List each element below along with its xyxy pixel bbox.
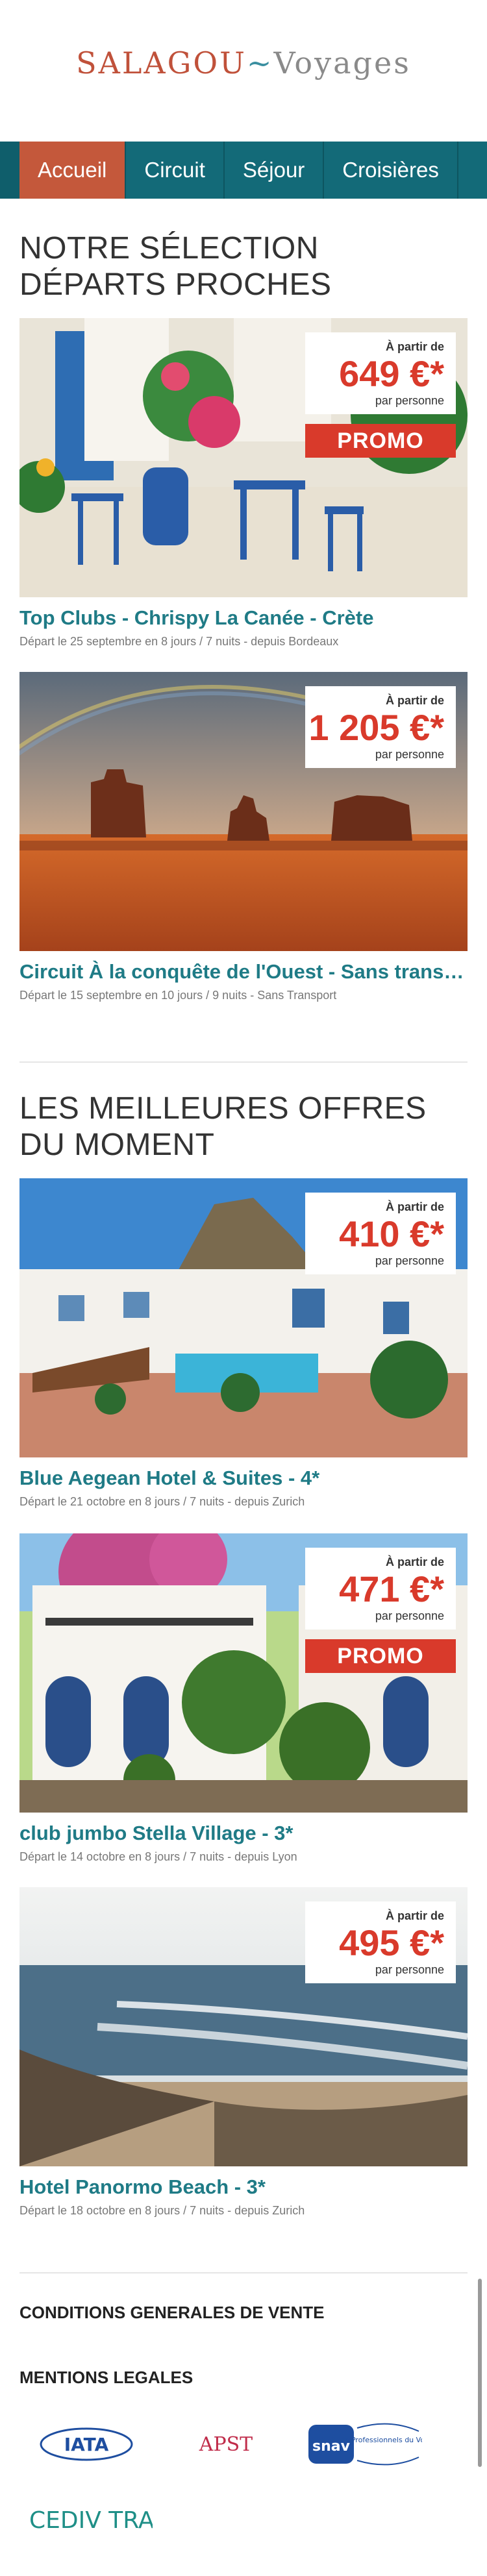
iata-logo: IATA [38,2426,135,2462]
section-divider [19,1061,468,1063]
offer-photo-blue-aegean[interactable]: À partir de 410 €* par personne [19,1178,468,1457]
offer-card[interactable]: À partir de 1 205 €* par personne Circui… [19,672,468,1002]
price-value: 495 €* [339,1922,444,1963]
offer-title[interactable]: Circuit À la conquête de l'Ouest - Sans … [19,960,468,984]
offer-photo-west[interactable]: À partir de 1 205 €* par personne [19,672,468,951]
nav-item-croisieres[interactable]: Croisières [324,142,458,199]
price-from-label: À partir de [385,340,444,353]
logo-text-right: Voyages [273,45,411,80]
price-per-label: par personne [375,1254,444,1267]
offer-card[interactable]: À partir de 495 €* par personne Hotel Pa… [19,1887,468,2218]
price-value: 471 €* [339,1568,444,1609]
price-value: 649 €* [339,353,444,394]
offer-meta: Départ le 15 septembre en 10 jours / 9 n… [19,989,337,1002]
nav-item-circuit[interactable]: Circuit [126,142,225,199]
promo-badge: PROMO [305,424,456,458]
offer-photo-stella-village[interactable]: À partir de 471 €* par personne PROMO [19,1533,468,1813]
price-box: À partir de 1 205 €* par personne [305,686,456,768]
iata-text: IATA [64,2434,109,2455]
snav-logo: snav Les Professionnels du Voyage [305,2415,442,2475]
logo-swoosh-icon: ~ [246,45,274,80]
price-from-label: À partir de [385,1200,444,1213]
price-value: 410 €* [339,1213,444,1254]
section-title-selection: NOTRE SÉLECTION DÉPARTS PROCHES [19,231,332,302]
apst-logo: APST [174,2433,278,2456]
nav-edge [0,142,19,199]
offer-meta: Départ le 14 octobre en 8 jours / 7 nuit… [19,1850,297,1863]
offer-card[interactable]: À partir de 649 €* par personne PROMO To… [19,318,468,649]
price-per-label: par personne [375,394,444,407]
cediv-travel-logo: CEDIV TRAVEL [29,2499,197,2540]
logo-text-left: SALAGOU [76,45,247,80]
legal-mentions-link[interactable]: MENTIONS LEGALES [19,2368,193,2388]
price-per-label: par personne [375,1963,444,1976]
offer-photo-panormo-beach[interactable]: À partir de 495 €* par personne [19,1887,468,2166]
section-title-best-offers: LES MEILLEURES OFFRES DU MOMENT [19,1091,427,1162]
offer-meta: Départ le 25 septembre en 8 jours / 7 nu… [19,635,339,648]
price-box: À partir de 471 €* par personne [305,1548,456,1629]
apst-text: APST [199,2433,253,2456]
price-per-label: par personne [375,1609,444,1622]
price-from-label: À partir de [385,1909,444,1922]
price-box: À partir de 495 €* par personne [305,1901,456,1983]
nav-item-sejour[interactable]: Séjour [225,142,325,199]
offer-title[interactable]: Hotel Panormo Beach - 3* [19,2175,468,2199]
offer-meta: Départ le 18 octobre en 8 jours / 7 nuit… [19,2204,305,2217]
price-box: À partir de 410 €* par personne [305,1193,456,1274]
offer-title[interactable]: Top Clubs - Chrispy La Canée - Crète [19,606,468,630]
site-logo[interactable]: SALAGOU~Voyages [0,45,487,80]
site-header: SALAGOU~Voyages [0,0,487,140]
price-value: 1 205 €* [308,707,444,748]
offer-card[interactable]: À partir de 410 €* par personne Blue Aeg… [19,1178,468,1509]
scrollbar-thumb[interactable] [478,2279,482,2467]
offer-photo-crete[interactable]: À partir de 649 €* par personne PROMO [19,318,468,597]
price-from-label: À partir de [385,1555,444,1568]
price-box: À partir de 649 €* par personne [305,332,456,414]
price-per-label: par personne [375,748,444,761]
offer-meta: Départ le 21 octobre en 8 jours / 7 nuit… [19,1495,305,1508]
snav-tagline: Les Professionnels du Voyage [337,2436,422,2444]
cediv-text: CEDIV TRAVEL [29,2507,153,2534]
nav-item-accueil[interactable]: Accueil [19,142,127,199]
promo-badge: PROMO [305,1639,456,1673]
cgv-link[interactable]: CONDITIONS GENERALES DE VENTE [19,2303,325,2323]
main-nav: Accueil Circuit Séjour Croisières [0,142,487,199]
offer-title[interactable]: club jumbo Stella Village - 3* [19,1822,468,1845]
offer-title[interactable]: Blue Aegean Hotel & Suites - 4* [19,1467,468,1490]
price-from-label: À partir de [385,694,444,707]
footer-divider [19,2272,468,2273]
offer-card[interactable]: À partir de 471 €* par personne PROMO cl… [19,1533,468,1864]
